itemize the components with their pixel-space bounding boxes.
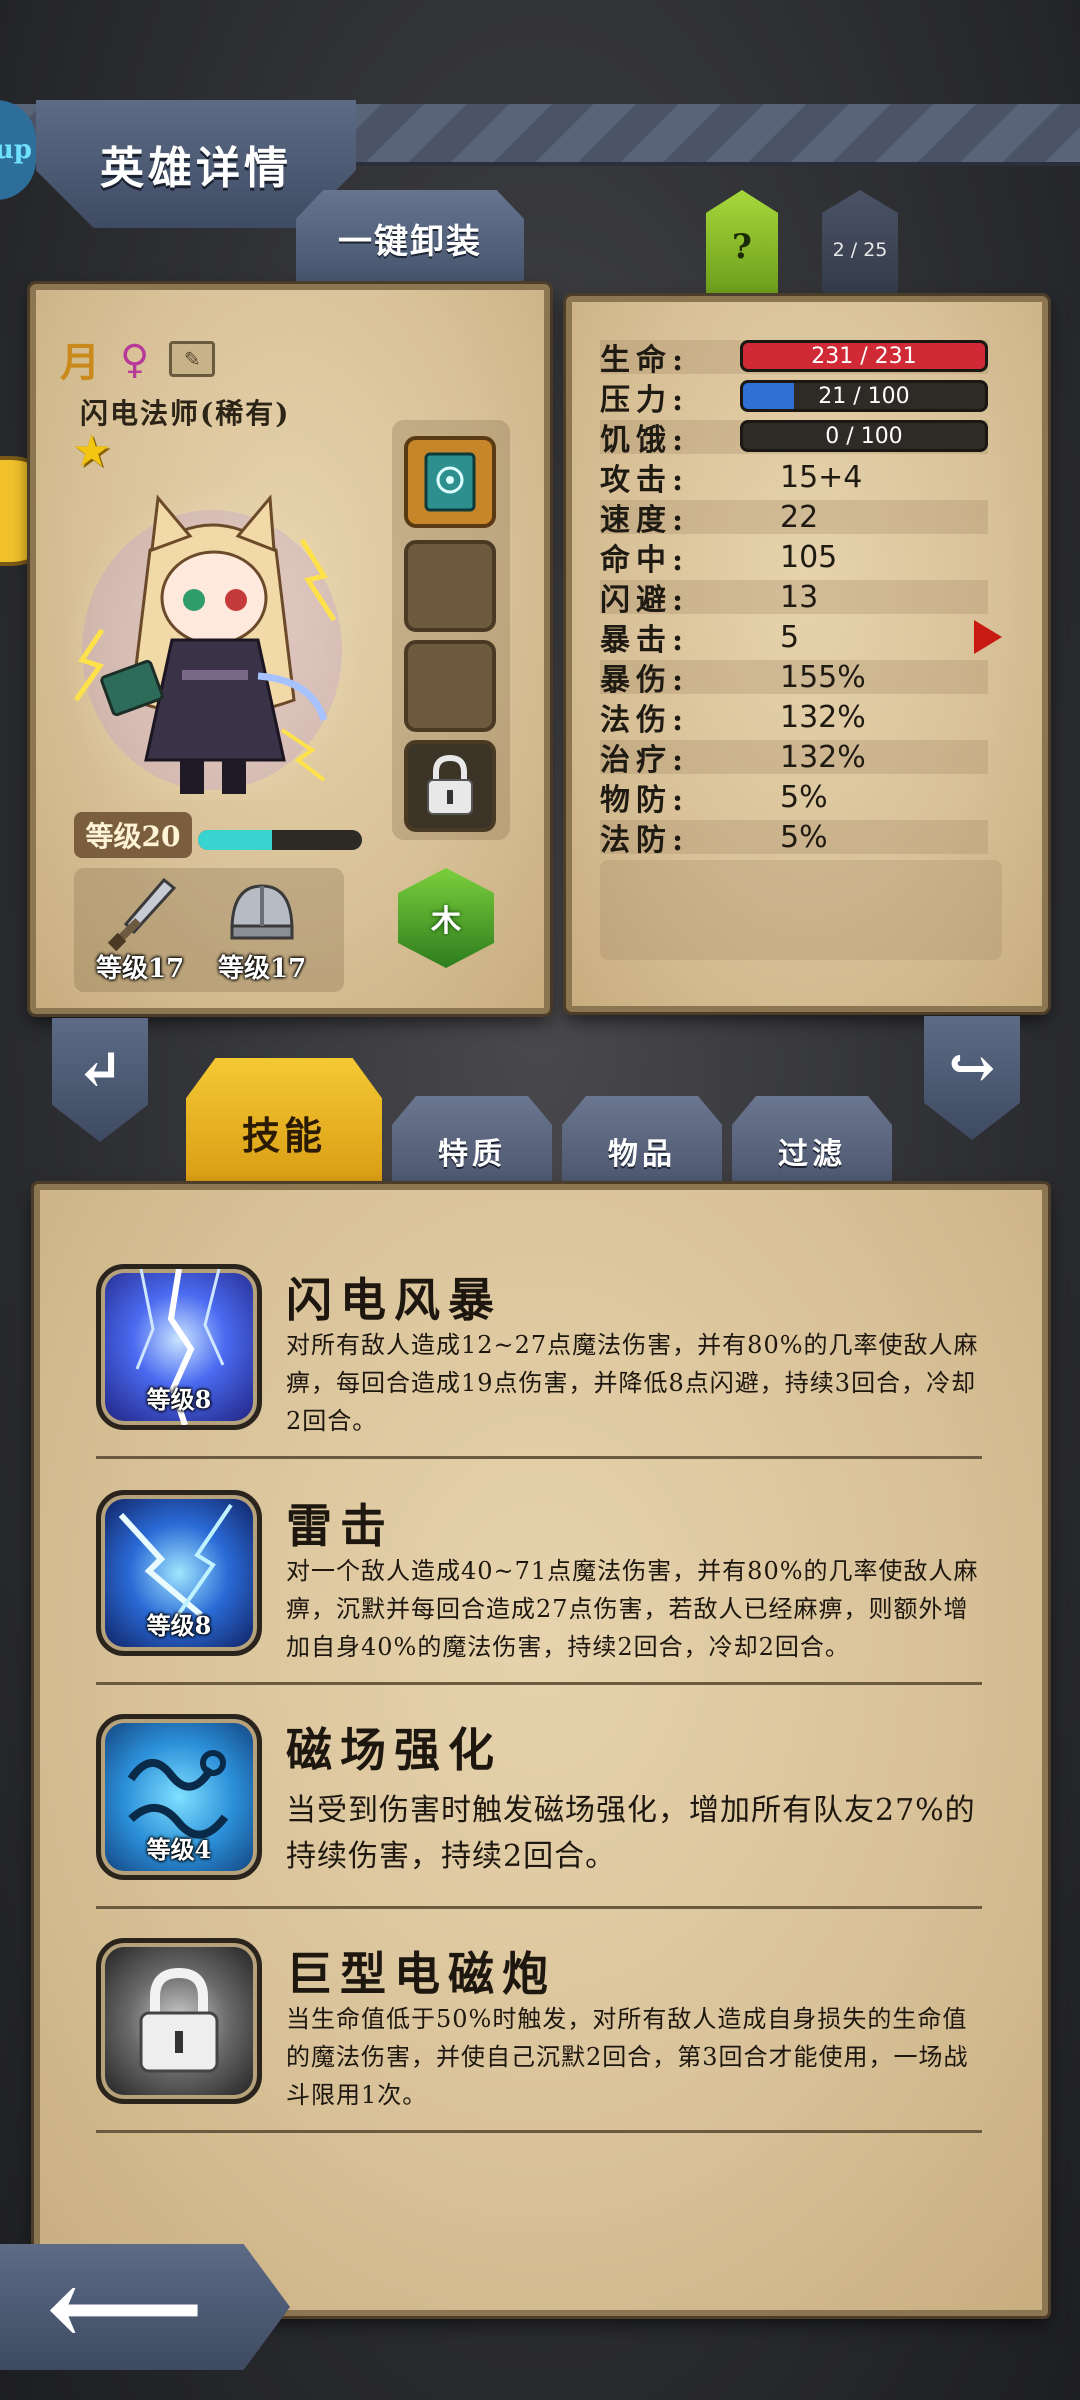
spellbook-icon — [424, 452, 476, 512]
tab-traits[interactable]: 特质 — [392, 1096, 552, 1192]
stat-label: 闪避: — [600, 583, 690, 618]
unequip-all-button[interactable]: 一键卸装 — [296, 190, 524, 286]
back-button[interactable]: ⟵ — [0, 2244, 290, 2370]
stats-footer — [600, 860, 1002, 960]
hero-name: 闪电法师(稀有) — [80, 397, 291, 430]
lock-icon — [96, 1938, 262, 2104]
stat-value: 22 — [780, 499, 819, 535]
stat-row: 法防: 5% — [600, 819, 988, 858]
hunger-bar: 0 / 100 — [740, 420, 988, 452]
skill-divider — [96, 1456, 982, 1459]
xp-bar — [198, 830, 362, 850]
stat-value: 105 — [780, 539, 838, 575]
xp-fill — [198, 830, 272, 850]
stat-value: 5% — [780, 819, 828, 855]
stat-value: 132% — [780, 699, 866, 735]
skill-level: 等级8 — [146, 1611, 212, 1640]
skill-level: 等级4 — [146, 1835, 212, 1864]
helmet-icon[interactable] — [222, 874, 302, 954]
stat-label: 法防: — [600, 823, 690, 858]
weapon-level: 等级17 — [96, 954, 185, 984]
skill-name: 磁场强化 — [286, 1723, 502, 1777]
skill-description: 对一个敌人造成40~71点魔法伤害，并有80%的几率使敌人麻痹，沉默并每回合造成… — [286, 1557, 979, 1661]
stat-row: 治疗: 132% — [600, 739, 988, 778]
star-icon: ★ — [72, 426, 112, 477]
tab-skills[interactable]: 技能 — [186, 1058, 382, 1192]
stat-value: 132% — [780, 739, 866, 775]
skill-lock-art — [139, 1967, 219, 2073]
spellbook-slot[interactable] — [404, 436, 496, 528]
stat-label: 治疗: — [600, 743, 690, 778]
lightning-storm-icon: 等级8 — [96, 1264, 262, 1430]
stress-value: 21 / 100 — [818, 383, 910, 409]
tab-filter[interactable]: 过滤 — [732, 1096, 892, 1192]
stress-bar: 21 / 100 — [740, 380, 988, 412]
equipment-slots — [392, 420, 510, 840]
stat-row: 命中: 105 — [600, 539, 988, 579]
stat-row: 速度: 22 — [600, 499, 988, 538]
skill-description: 当受到伤害时触发磁场强化，增加所有队友27%的持续伤害，持续2回合。 — [286, 1793, 976, 1874]
female-icon: ♀ — [120, 335, 150, 383]
stat-row: 法伤: 132% — [600, 699, 988, 739]
hp-value: 231 / 231 — [811, 343, 917, 369]
expand-stats-arrow-icon[interactable] — [974, 620, 1002, 654]
stat-label: 暴伤: — [600, 663, 690, 698]
skill-divider — [96, 1906, 982, 1909]
stat-row: 攻击: 15+4 — [600, 459, 988, 499]
stat-value: 155% — [780, 659, 866, 695]
skill-name: 闪电风暴 — [286, 1273, 502, 1327]
help-button[interactable]: ? — [706, 190, 778, 294]
next-hero-button[interactable]: ↪ — [924, 1016, 1020, 1140]
sword-icon[interactable] — [104, 874, 184, 954]
stat-value: 5 — [780, 619, 800, 655]
stat-row: 闪避: 13 — [600, 579, 988, 618]
stat-value: 15+4 — [780, 459, 863, 495]
prev-hero-button[interactable]: ↵ — [52, 1018, 148, 1142]
stat-row: 暴伤: 155% — [600, 659, 988, 698]
stat-value: 5% — [780, 779, 828, 815]
hunger-value: 0 / 100 — [825, 423, 903, 449]
stat-row: 暴击: 5 — [600, 619, 988, 659]
stat-label: 速度: — [600, 503, 690, 538]
empty-slot-1[interactable] — [404, 540, 496, 632]
skill-divider — [96, 1682, 982, 1685]
stat-row: 物防: 5% — [600, 779, 988, 819]
stat-label: 暴击: — [600, 623, 690, 658]
thunder-strike-icon: 等级8 — [96, 1490, 262, 1656]
moon-icon: 月 — [60, 339, 100, 386]
empty-slot-2[interactable] — [404, 640, 496, 732]
locked-slot[interactable] — [404, 740, 496, 832]
hp-bar: 231 / 231 — [740, 340, 988, 372]
stat-value: 13 — [780, 579, 819, 615]
hero-portrait[interactable] — [62, 480, 362, 800]
hero-count: 2 / 25 — [822, 190, 898, 294]
skill-name: 雷击 — [286, 1499, 394, 1553]
skill-divider — [96, 2130, 982, 2133]
hero-portrait-art — [73, 494, 342, 794]
stat-label: 命中: — [600, 543, 690, 578]
lock-icon — [427, 754, 473, 815]
hero-attribute-icons: 月 ♀ ✎ — [60, 330, 216, 388]
edit-name-icon[interactable]: ✎ — [169, 341, 216, 377]
skill-level: 等级8 — [146, 1385, 212, 1414]
stat-label: 法伤: — [600, 703, 690, 738]
skill-name: 巨型电磁炮 — [286, 1947, 556, 2001]
magnetic-field-icon: 等级4 — [96, 1714, 262, 1880]
stat-label: 攻击: — [600, 463, 690, 498]
tab-items[interactable]: 物品 — [562, 1096, 722, 1192]
helmet-level: 等级17 — [218, 954, 307, 984]
side-badge-label: up — [0, 135, 32, 165]
hero-level: 等级20 — [74, 812, 192, 858]
skill-description: 对所有敌人造成12~27点魔法伤害，并有80%的几率使敌人麻痹，每回合造成19点… — [286, 1331, 979, 1435]
stat-label: 物防: — [600, 783, 690, 818]
gear-row: 等级17 等级17 — [74, 868, 344, 992]
skill-description: 当生命值低于50%时触发，对所有敌人造成自身损失的生命值的魔法伤害，并使自己沉默… — [286, 2005, 969, 2109]
